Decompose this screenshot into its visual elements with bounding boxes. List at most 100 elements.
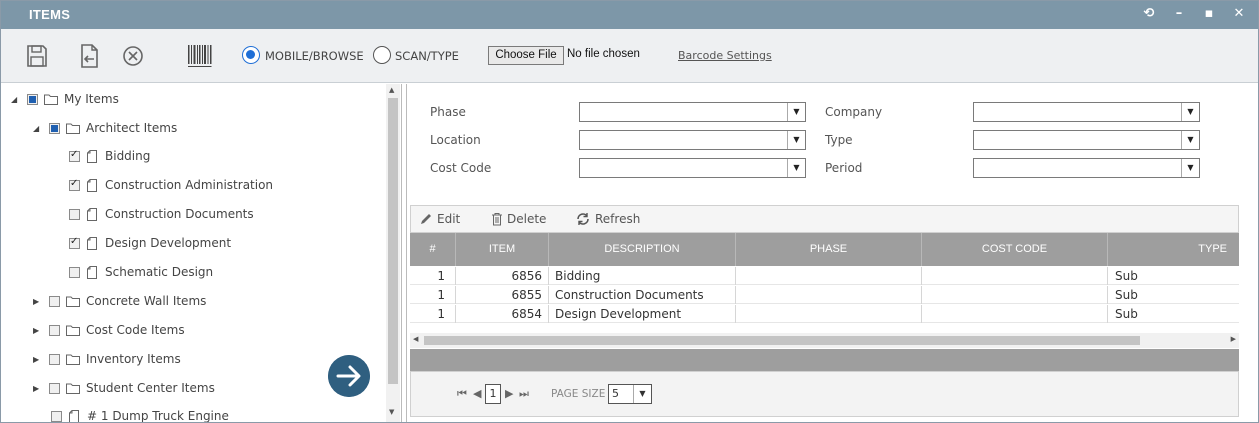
column-header-item[interactable]: ITEM xyxy=(456,233,549,266)
chevron-down-icon: ▼ xyxy=(1181,131,1199,149)
collapse-icon[interactable]: ◢ xyxy=(11,95,21,104)
scrollbar-thumb[interactable] xyxy=(424,336,1140,345)
tree-node-architect-items[interactable]: ◢ Architect Items xyxy=(33,118,177,138)
tree-checkbox[interactable] xyxy=(69,236,80,249)
refresh-icon xyxy=(577,213,589,225)
column-header-number[interactable]: # xyxy=(410,233,456,266)
expand-icon[interactable]: ▶ xyxy=(33,384,43,393)
maximize-button[interactable]: ▪ xyxy=(1202,6,1216,21)
tree-node-concrete-wall-items[interactable]: ▶ Concrete Wall Items xyxy=(33,291,206,311)
table-row[interactable]: 1 6856 Bidding Sub xyxy=(410,267,1239,285)
cell-item: 6856 xyxy=(456,267,549,285)
scroll-left-icon[interactable]: ◀ xyxy=(413,335,418,343)
edit-button[interactable]: Edit xyxy=(419,212,460,226)
page-size-value: 5 xyxy=(612,387,619,400)
tree-checkbox[interactable] xyxy=(69,208,80,220)
table-row[interactable]: 1 6854 Design Development Sub xyxy=(410,305,1239,323)
previous-page-icon[interactable]: ◀ xyxy=(473,387,481,400)
tree-node-label: Bidding xyxy=(105,149,151,163)
edit-label: Edit xyxy=(437,212,461,226)
tree-checkbox[interactable] xyxy=(51,410,62,422)
company-select[interactable]: ▼ xyxy=(973,102,1200,122)
first-page-icon[interactable]: ⏮ xyxy=(457,387,467,401)
collapse-icon[interactable]: ◢ xyxy=(33,124,43,133)
document-icon xyxy=(87,265,97,279)
chevron-down-icon: ▼ xyxy=(787,103,805,121)
current-page[interactable]: 1 xyxy=(485,384,501,404)
tree-node-cost-code-items[interactable]: ▶ Cost Code Items xyxy=(33,320,185,340)
tree-checkbox[interactable] xyxy=(49,324,60,336)
table-row[interactable]: 1 6855 Construction Documents Sub xyxy=(410,286,1239,304)
tree-scrollbar[interactable]: ▲ ▼ xyxy=(386,84,400,422)
tree-node-my-items[interactable]: ◢ My Items xyxy=(11,89,119,109)
tree-node-schematic-design[interactable]: Schematic Design xyxy=(69,262,213,282)
expand-icon[interactable]: ▶ xyxy=(33,326,43,335)
barcode-icon[interactable] xyxy=(187,43,213,69)
column-header-type[interactable]: TYPE xyxy=(1108,233,1239,266)
close-button[interactable]: ✕ xyxy=(1232,6,1246,21)
tree-node-label: # 1 Dump Truck Engine xyxy=(87,409,229,422)
expand-icon[interactable]: ▶ xyxy=(33,355,43,364)
grid-horizontal-scrollbar[interactable]: ◀ ▶ xyxy=(410,333,1239,348)
export-icon[interactable] xyxy=(77,43,101,69)
tree-node-student-center-items[interactable]: ▶ Student Center Items xyxy=(33,378,215,398)
scroll-right-icon[interactable]: ▶ xyxy=(1231,335,1236,343)
cell-phase xyxy=(736,267,922,285)
grid-toolbar: Edit Delete Refresh xyxy=(410,205,1239,233)
scroll-down-icon[interactable]: ▼ xyxy=(389,408,394,416)
page-size-select[interactable]: 5 ▼ xyxy=(608,384,652,404)
tree-checkbox[interactable] xyxy=(49,295,60,307)
tree-node-label: Architect Items xyxy=(86,121,178,135)
next-page-icon[interactable]: ▶ xyxy=(505,387,513,400)
tree-checkbox[interactable] xyxy=(69,266,80,278)
tree-node-dump-truck-engine[interactable]: # 1 Dump Truck Engine xyxy=(51,406,229,422)
tree-node-label: Inventory Items xyxy=(86,352,181,366)
column-header-cost-code[interactable]: COST CODE xyxy=(922,233,1108,266)
refresh-button[interactable]: Refresh xyxy=(575,212,640,226)
window-title: ITEMS xyxy=(29,7,71,22)
cell-cost-code xyxy=(922,305,1108,323)
cost-code-select[interactable]: ▼ xyxy=(579,158,806,178)
expand-icon[interactable]: ▶ xyxy=(33,297,43,306)
tree-checkbox[interactable] xyxy=(49,122,60,134)
column-header-description[interactable]: DESCRIPTION xyxy=(549,233,736,266)
location-select[interactable]: ▼ xyxy=(579,130,806,150)
column-header-phase[interactable]: PHASE xyxy=(736,233,922,266)
pane-splitter[interactable] xyxy=(401,84,407,422)
scan-type-radio[interactable] xyxy=(373,46,391,64)
tree-node-inventory-items[interactable]: ▶ Inventory Items xyxy=(33,349,181,369)
type-label: Type xyxy=(825,133,853,147)
scrollbar-thumb[interactable] xyxy=(388,98,398,384)
delete-button[interactable]: Delete xyxy=(491,212,546,226)
document-icon xyxy=(87,207,97,221)
choose-file-button[interactable]: Choose File xyxy=(488,46,564,65)
folder-icon xyxy=(66,123,80,134)
tree-node-construction-documents[interactable]: Construction Documents xyxy=(69,204,254,224)
phase-select[interactable]: ▼ xyxy=(579,102,806,122)
phase-label: Phase xyxy=(430,105,466,119)
arrow-right-icon[interactable] xyxy=(328,355,370,397)
tree-node-label: Construction Documents xyxy=(105,207,254,221)
mobile-browse-radio[interactable] xyxy=(242,46,260,64)
tree-checkbox[interactable] xyxy=(69,178,80,191)
document-icon xyxy=(69,409,79,422)
tree-checkbox[interactable] xyxy=(27,93,38,105)
tree-node-construction-administration[interactable]: Construction Administration xyxy=(69,175,273,195)
last-page-icon[interactable]: ⏭ xyxy=(519,387,529,401)
refresh-window-icon[interactable]: ⟲ xyxy=(1142,6,1156,21)
type-select[interactable]: ▼ xyxy=(973,130,1200,150)
tree-checkbox[interactable] xyxy=(49,353,60,365)
barcode-settings-link[interactable]: Barcode Settings xyxy=(678,49,772,62)
scroll-up-icon[interactable]: ▲ xyxy=(389,86,394,94)
tree-checkbox[interactable] xyxy=(69,149,80,162)
grid-header: # ITEM DESCRIPTION PHASE COST CODE TYPE xyxy=(410,233,1239,266)
period-select[interactable]: ▼ xyxy=(973,158,1200,178)
delete-label: Delete xyxy=(507,212,547,226)
tree-checkbox[interactable] xyxy=(49,382,60,394)
cancel-icon[interactable] xyxy=(121,43,145,69)
minimize-button[interactable]: – xyxy=(1172,6,1186,21)
save-icon[interactable] xyxy=(25,43,49,69)
tree-node-bidding[interactable]: Bidding xyxy=(69,146,150,166)
items-window: ITEMS ⟲ – ▪ ✕ MOBILE/BROWSE SCAN/TYPE Ch… xyxy=(0,0,1259,423)
tree-node-design-development[interactable]: Design Development xyxy=(69,233,231,253)
